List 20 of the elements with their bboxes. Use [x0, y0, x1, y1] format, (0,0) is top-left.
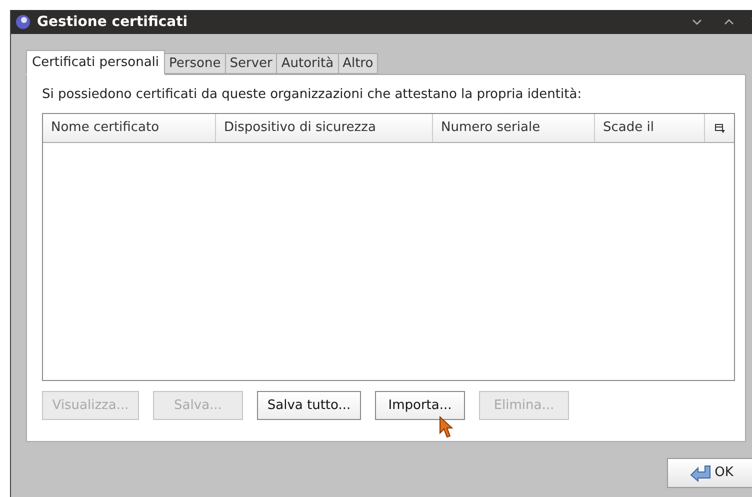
tab[interactable]: Server: [226, 53, 278, 74]
action-button[interactable]: Salva tutto...: [257, 391, 361, 420]
column-header[interactable]: Nome certificato: [43, 114, 216, 142]
column-picker-icon[interactable]: [714, 124, 724, 132]
minimize-icon[interactable]: [692, 18, 702, 26]
mouse-cursor-icon: [439, 416, 453, 438]
column-header[interactable]: Scade il: [595, 114, 705, 142]
tab[interactable]: Certificati personali: [26, 50, 166, 75]
ok-button[interactable]: OK: [667, 458, 752, 488]
return-arrow-icon: [688, 464, 713, 482]
action-button[interactable]: Importa...: [375, 391, 465, 420]
window-title: Gestione certificati: [37, 12, 188, 32]
maximize-icon[interactable]: [724, 18, 734, 26]
tab[interactable]: Altro: [338, 53, 378, 74]
tab[interactable]: Autorità: [277, 53, 339, 74]
app-icon: [15, 14, 31, 30]
description-text: Si possiedono certificati da queste organizzazioni che attestano la propria identità:: [42, 86, 583, 104]
column-header[interactable]: Numero seriale: [433, 114, 595, 142]
column-header[interactable]: Dispositivo di sicurezza: [216, 114, 433, 142]
tab[interactable]: Persone: [165, 53, 226, 74]
